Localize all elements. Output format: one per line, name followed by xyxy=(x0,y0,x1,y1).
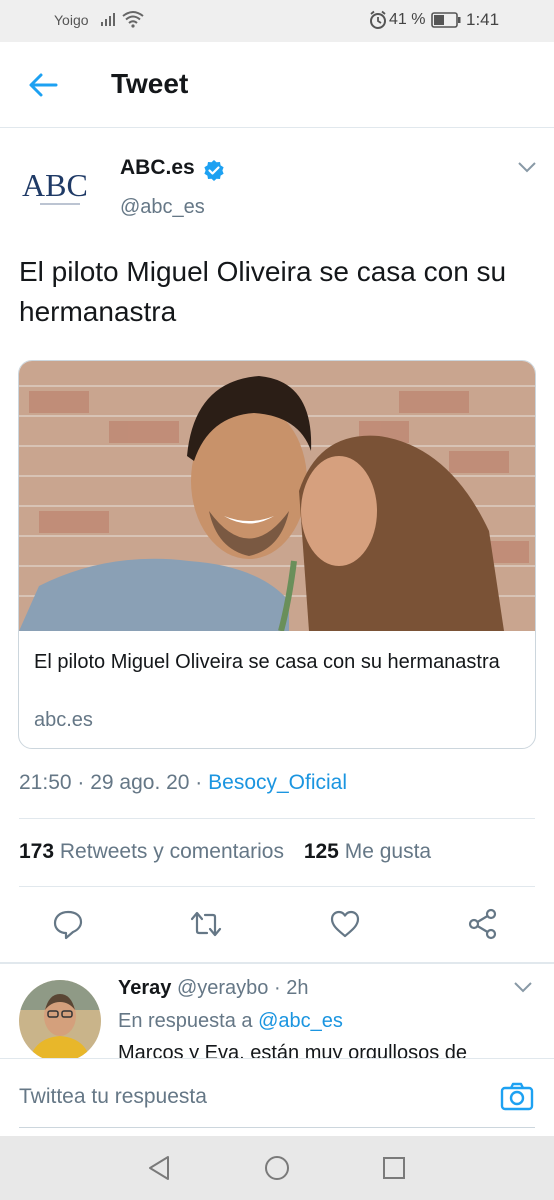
verified-badge-icon xyxy=(204,160,224,181)
reply-input[interactable]: Twittea tu respuesta xyxy=(19,1085,207,1109)
card-image xyxy=(19,361,535,631)
link-card[interactable]: El piloto Miguel Oliveira se casa con su… xyxy=(18,360,536,749)
signal-icon xyxy=(101,13,115,26)
wifi-icon xyxy=(122,11,144,28)
carrier-label: Yoigo xyxy=(54,12,89,28)
system-nav-bar xyxy=(0,1136,554,1200)
abc-logo-text: ABC xyxy=(22,167,88,203)
top-app-bar: Tweet xyxy=(0,42,554,128)
battery-percent: 41 % xyxy=(389,11,426,28)
reply-context-label: En respuesta a xyxy=(118,1010,253,1032)
status-bar: Yoigo 41 % 1:41 xyxy=(0,0,554,42)
battery-icon xyxy=(431,12,461,28)
author-name[interactable]: ABC.es xyxy=(120,156,195,180)
author-handle[interactable]: @abc_es xyxy=(120,196,205,219)
reply-text: Marcos y Eva, están muy orgullosos de xyxy=(118,1042,468,1058)
abc-logo: ABC xyxy=(22,167,88,205)
divider xyxy=(19,886,535,887)
section-divider xyxy=(0,962,554,964)
clock: 1:41 xyxy=(466,10,500,29)
tweet-timestamp: 21:50 · 29 ago. 20 · xyxy=(19,771,209,794)
reply-context: En respuesta a @abc_es xyxy=(118,1010,343,1033)
page-title: Tweet xyxy=(111,68,189,99)
nav-back-icon[interactable] xyxy=(146,1154,172,1182)
chevron-down-icon[interactable] xyxy=(516,160,538,174)
alarm-icon xyxy=(370,10,386,29)
input-underline xyxy=(19,1127,535,1128)
card-title: El piloto Miguel Oliveira se casa con su… xyxy=(34,651,500,673)
retweets-label[interactable]: Retweets y comentarios xyxy=(60,840,284,863)
reply-time: · 2h xyxy=(273,977,309,999)
retweet-icon[interactable] xyxy=(190,908,222,940)
share-icon[interactable] xyxy=(467,908,499,940)
tweet-meta: 21:50 · 29 ago. 20 · Besocy_Oficial xyxy=(19,771,347,795)
card-domain: abc.es xyxy=(34,709,93,731)
reply-composer: Twittea tu respuesta xyxy=(0,1058,554,1136)
nav-recents-icon[interactable] xyxy=(381,1154,407,1182)
divider xyxy=(19,818,535,819)
author-avatar[interactable]: ABC xyxy=(18,160,102,216)
reply-avatar[interactable] xyxy=(19,980,101,1062)
reply-author-name[interactable]: Yeray xyxy=(118,977,171,999)
reply-author-handle[interactable]: @yeraybo xyxy=(177,977,268,999)
tweet-source-link[interactable]: Besocy_Oficial xyxy=(208,771,347,794)
reply-header: Yeray @yeraybo · 2h xyxy=(118,977,308,1000)
reply-mention-link[interactable]: @abc_es xyxy=(258,1010,343,1032)
camera-icon[interactable] xyxy=(500,1081,534,1111)
likes-count[interactable]: 125 xyxy=(304,840,339,863)
tweet-stats: 173 Retweets y comentarios 125 Me gusta xyxy=(19,840,431,864)
retweets-count[interactable]: 173 xyxy=(19,840,54,863)
nav-home-icon[interactable] xyxy=(263,1154,291,1182)
chevron-down-icon[interactable] xyxy=(512,980,534,994)
reply-icon[interactable] xyxy=(52,908,84,940)
reply-text-clip: Marcos y Eva, están muy orgullosos de xyxy=(118,1042,538,1058)
likes-label[interactable]: Me gusta xyxy=(345,840,431,863)
tweet-text: El piloto Miguel Oliveira se casa con su… xyxy=(19,256,507,327)
back-arrow-icon[interactable] xyxy=(26,68,60,102)
like-icon[interactable] xyxy=(329,908,361,940)
